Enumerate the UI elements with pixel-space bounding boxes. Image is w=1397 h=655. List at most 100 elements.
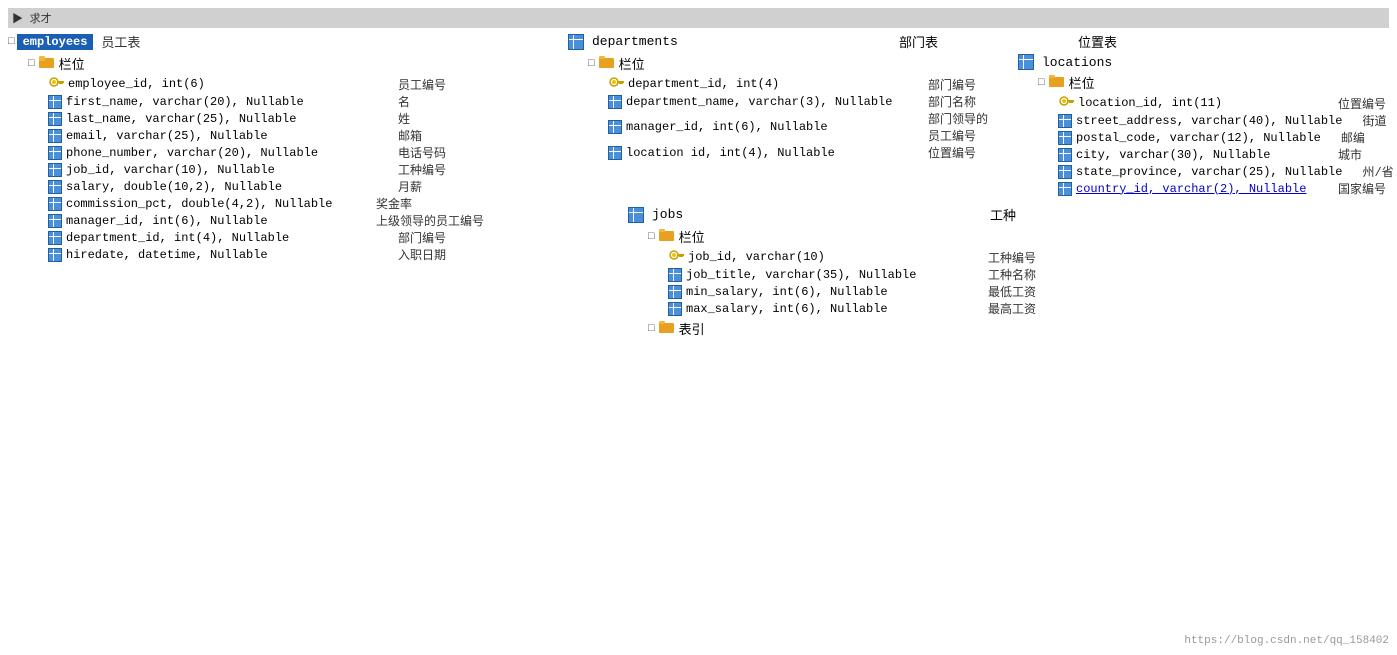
expand-columns-jobs[interactable]: □: [648, 231, 655, 243]
field-name-loc-id: location_id, int(11): [1078, 96, 1222, 110]
field-row-email: email, varchar(25), Nullable 邮箱: [8, 127, 568, 144]
field-label-dept-loc: 位置编号: [928, 144, 976, 161]
locations-title: 位置表: [1078, 36, 1117, 51]
field-label-city: 城市: [1338, 146, 1362, 163]
field-label-employee-id: 员工编号: [398, 76, 446, 93]
field-label-phone: 电话号码: [398, 144, 446, 161]
field-row-loc-id: location_id, int(11) 位置编号: [1018, 94, 1397, 112]
field-label-postal: 邮编: [1341, 129, 1365, 146]
top-bar: ▶ 求才: [8, 8, 1389, 28]
field-name-dept-id: department_id, int(4): [628, 77, 779, 91]
field-row-street: street_address, varchar(40), Nullable 街道: [1018, 112, 1397, 129]
field-label-state: 州/省: [1362, 163, 1393, 180]
table-icon-job-title: [668, 268, 682, 282]
table-icon-dept-name: [608, 95, 622, 109]
field-row-state: state_province, varchar(25), Nullable 州/…: [1018, 163, 1397, 180]
columns-label-jobs: 栏位: [679, 227, 705, 246]
field-row-phone: phone_number, varchar(20), Nullable 电话号码: [8, 144, 568, 161]
field-name-street: street_address, varchar(40), Nullable: [1076, 114, 1342, 128]
field-name-employee-id: employee_id, int(6): [68, 77, 205, 91]
table-icon-job-id: [48, 163, 62, 177]
field-label-last-name: 姓: [398, 110, 410, 127]
employees-title: 员工表: [101, 32, 140, 51]
field-name-dept-mgr: manager_id, int(6), Nullable: [626, 120, 828, 134]
main-container: ▶ 求才 □ employees 员工表 □: [0, 0, 1397, 655]
table-icon-dept-id-emp: [48, 231, 62, 245]
field-name-hiredate: hiredate, datetime, Nullable: [66, 248, 268, 262]
expand-columns-employees[interactable]: □: [28, 58, 35, 70]
table-icon-locations: [1018, 54, 1034, 70]
field-name-dept-id-emp: department_id, int(4), Nullable: [66, 231, 289, 245]
field-row-hiredate: hiredate, datetime, Nullable 入职日期: [8, 246, 568, 263]
table-icon-city: [1058, 148, 1072, 162]
table-icon-jobs: [628, 207, 644, 223]
jobs-table-name: jobs: [652, 207, 683, 222]
field-label-street: 街道: [1362, 112, 1386, 129]
field-row-employee-id: employee_id, int(6) 员工编号: [8, 75, 568, 93]
field-row-city: city, varchar(30), Nullable 城市: [1018, 146, 1397, 163]
field-label-country: 国家编号: [1338, 180, 1386, 197]
field-label-dept-name: 部门名称: [928, 93, 976, 110]
key-icon-dept-id: [608, 75, 624, 93]
field-label-loc-id: 位置编号: [1338, 95, 1386, 112]
field-label-commission: 奖金率: [376, 195, 412, 212]
table-icon-departments: [568, 34, 584, 50]
field-label-min-salary: 最低工资: [988, 283, 1036, 300]
field-row-manager-id: manager_id, int(6), Nullable 上级领导的员工编号: [8, 212, 568, 229]
table-icon-first-name: [48, 95, 62, 109]
table-icon-phone: [48, 146, 62, 160]
folder-icon-departments: [599, 55, 615, 72]
field-label-manager-id: 上级领导的员工编号: [376, 212, 484, 229]
field-name-min-salary: min_salary, int(6), Nullable: [686, 285, 888, 299]
field-label-salary: 月薪: [398, 178, 422, 195]
field-name-commission: commission_pct, double(4,2), Nullable: [66, 197, 332, 211]
field-name-max-salary: max_salary, int(6), Nullable: [686, 302, 888, 316]
locations-panel: 位置表 locations □: [1018, 32, 1397, 197]
field-name-job-title: job_title, varchar(35), Nullable: [686, 268, 916, 282]
table-icon-manager-id: [48, 214, 62, 228]
field-row-min-salary: min_salary, int(6), Nullable 最低工资: [628, 283, 1036, 300]
field-row-job-title: job_title, varchar(35), Nullable 工种名称: [628, 266, 1036, 283]
field-name-country[interactable]: country_id, varchar(2), Nullable: [1076, 182, 1306, 196]
field-row-dept-id: department_id, int(4) 部门编号: [568, 75, 998, 93]
folder-icon-jobs: [659, 228, 675, 245]
field-row-salary: salary, double(10,2), Nullable 月薪: [8, 178, 568, 195]
field-label-job-id: 工种编号: [398, 161, 446, 178]
field-row-country: country_id, varchar(2), Nullable 国家编号: [1018, 180, 1397, 197]
watermark: https://blog.csdn.net/qq_158402: [1184, 635, 1389, 647]
table-icon-last-name: [48, 112, 62, 126]
employees-table-badge: employees: [17, 34, 94, 50]
table-icon-hiredate: [48, 248, 62, 262]
field-name-state: state_province, varchar(25), Nullable: [1076, 165, 1342, 179]
table-icon-street: [1058, 114, 1072, 128]
field-row-commission: commission_pct, double(4,2), Nullable 奖金…: [8, 195, 568, 212]
expand-icon-employees[interactable]: □: [8, 36, 15, 48]
field-row-job-id: job_id, varchar(10), Nullable 工种编号: [8, 161, 568, 178]
field-label-max-salary: 最高工资: [988, 300, 1036, 317]
locations-table-name: locations: [1042, 55, 1112, 70]
field-label-email: 邮箱: [398, 127, 422, 144]
field-name-dept-loc: location id, int(4), Nullable: [626, 146, 835, 160]
departments-table-name: departments: [592, 34, 678, 49]
table-icon-salary: [48, 180, 62, 194]
expand-columns-locations[interactable]: □: [1038, 77, 1045, 89]
field-name-manager-id: manager_id, int(6), Nullable: [66, 214, 268, 228]
field-label-first-name: 名: [398, 93, 410, 110]
field-name-postal: postal_code, varchar(12), Nullable: [1076, 131, 1321, 145]
field-row-dept-mgr: manager_id, int(6), Nullable 部门领导的员工编号: [568, 110, 998, 144]
departments-panel: departments 部门表 □ 栏位: [568, 32, 998, 161]
table-icon-state: [1058, 165, 1072, 179]
field-row-last-name: last_name, varchar(25), Nullable 姓: [8, 110, 568, 127]
more-label: 表引: [679, 319, 705, 338]
field-row-max-salary: max_salary, int(6), Nullable 最高工资: [628, 300, 1036, 317]
expand-columns-departments[interactable]: □: [588, 58, 595, 70]
field-label-dept-mgr: 部门领导的员工编号: [928, 110, 998, 144]
field-name-first-name: first_name, varchar(20), Nullable: [66, 95, 304, 109]
table-icon-postal: [1058, 131, 1072, 145]
employees-panel: □ employees 员工表 □ 栏位: [8, 32, 568, 338]
field-name-last-name: last_name, varchar(25), Nullable: [66, 112, 296, 126]
field-name-salary: salary, double(10,2), Nullable: [66, 180, 282, 194]
field-name-phone: phone_number, varchar(20), Nullable: [66, 146, 318, 160]
table-icon-commission: [48, 197, 62, 211]
expand-more-jobs[interactable]: □: [648, 323, 655, 335]
